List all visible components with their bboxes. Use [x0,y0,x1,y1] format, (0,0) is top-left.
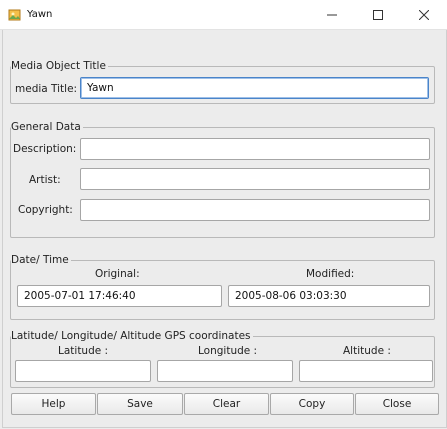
altitude-input[interactable] [299,360,433,382]
save-button[interactable]: Save [97,393,183,415]
latitude-label: Latitude : [58,345,109,357]
description-input[interactable] [80,138,430,160]
longitude-input[interactable] [157,360,293,382]
original-date-input[interactable] [17,285,222,307]
copyright-label: Copyright: [18,204,73,216]
maximize-icon [373,9,383,20]
modified-label: Modified: [306,268,355,280]
media-title-label: media Title: [15,83,78,95]
artist-input[interactable] [80,168,430,190]
media-title-input[interactable] [80,77,429,99]
help-button[interactable]: Help [11,393,96,415]
general-data-legend: General Data [11,121,81,133]
copy-button[interactable]: Copy [270,393,354,415]
minimize-icon [327,14,337,15]
clear-button[interactable]: Clear [184,393,269,415]
media-title-legend: Media Object Title [11,60,106,72]
original-label: Original: [95,268,140,280]
modified-date-input[interactable] [228,285,430,307]
maximize-button[interactable] [355,0,401,29]
close-window-button[interactable] [401,0,447,29]
description-label: Description: [13,143,77,155]
window-title: Yawn [27,9,53,20]
minimize-button[interactable] [309,0,355,29]
close-icon [419,9,429,20]
artist-label: Artist: [29,174,61,186]
app-icon [8,8,22,22]
close-button[interactable]: Close [355,393,439,415]
date-time-legend: Date/ Time [11,254,69,266]
copyright-input[interactable] [80,199,430,221]
latitude-input[interactable] [15,360,151,382]
longitude-label: Longitude : [198,345,258,357]
altitude-label: Altitude : [343,345,391,357]
title-bar: Yawn [0,0,447,30]
gps-legend: Latitude/ Longitude/ Altitude GPS coordi… [11,330,251,342]
